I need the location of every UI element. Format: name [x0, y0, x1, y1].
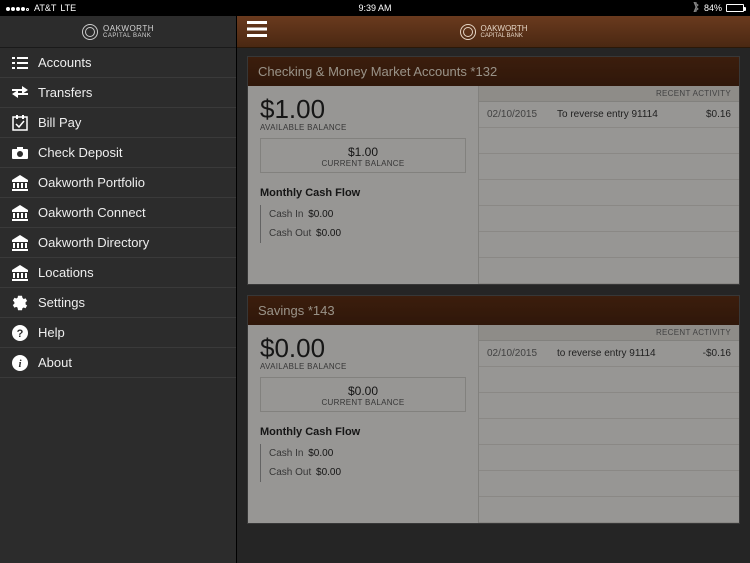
- bluetooth-icon: [692, 2, 700, 14]
- sidebar-item-label: Locations: [38, 265, 94, 280]
- activity-row-empty: [479, 471, 739, 497]
- available-balance-label: AVAILABLE BALANCE: [260, 123, 466, 132]
- battery-pct-label: 84%: [704, 3, 722, 13]
- cashflow-title: Monthly Cash Flow: [260, 426, 466, 438]
- sidebar-item-label: Accounts: [38, 55, 91, 70]
- bank-icon: [12, 175, 28, 191]
- cash-out-row: Cash Out $0.00: [260, 224, 466, 243]
- cash-in-row: Cash In $0.00: [260, 205, 466, 224]
- activity-date: 02/10/2015: [487, 348, 557, 359]
- current-balance-value: $0.00: [261, 384, 465, 398]
- available-balance-label: AVAILABLE BALANCE: [260, 362, 466, 371]
- list-icon: [12, 55, 28, 71]
- current-balance-box: $1.00 CURRENT BALANCE: [260, 138, 466, 173]
- account-title[interactable]: Checking & Money Market Accounts *132: [248, 57, 739, 86]
- activity-row[interactable]: 02/10/2015 to reverse entry 91114 -$0.16: [479, 341, 739, 367]
- recent-activity-header: RECENT ACTIVITY: [479, 86, 739, 102]
- activity-row-empty: [479, 393, 739, 419]
- brand-line2: CAPITAL BANK: [103, 33, 154, 39]
- carrier-label: AT&T: [34, 3, 56, 13]
- status-bar: AT&T LTE 9:39 AM 84%: [0, 0, 750, 16]
- account-title[interactable]: Savings *143: [248, 296, 739, 325]
- signal-dots-icon: [6, 3, 30, 13]
- activity-row-empty: [479, 128, 739, 154]
- activity-row[interactable]: 02/10/2015 To reverse entry 91114 $0.16: [479, 102, 739, 128]
- account-card: Checking & Money Market Accounts *132 $1…: [247, 56, 740, 285]
- help-icon: [12, 325, 28, 341]
- activity-row-empty: [479, 497, 739, 523]
- activity-row-empty: [479, 206, 739, 232]
- sidebar-item-help[interactable]: Help: [0, 318, 236, 348]
- cash-out-value: $0.00: [316, 228, 341, 239]
- current-balance-box: $0.00 CURRENT BALANCE: [260, 377, 466, 412]
- account-card: Savings *143 $0.00 AVAILABLE BALANCE $0.…: [247, 295, 740, 524]
- activity-row-empty: [479, 445, 739, 471]
- sidebar-item-transfers[interactable]: Transfers: [0, 78, 236, 108]
- sidebar-item-label: Help: [38, 325, 65, 340]
- activity-date: 02/10/2015: [487, 109, 557, 120]
- available-balance-value: $0.00: [260, 333, 466, 364]
- logo-icon: [82, 24, 98, 40]
- cash-out-row: Cash Out $0.00: [260, 463, 466, 482]
- sidebar-item-label: Transfers: [38, 85, 92, 100]
- sidebar-item-settings[interactable]: Settings: [0, 288, 236, 318]
- recent-activity-panel: RECENT ACTIVITY 02/10/2015 to reverse en…: [478, 325, 739, 523]
- activity-desc: To reverse entry 91114: [557, 109, 671, 120]
- info-icon: [12, 355, 28, 371]
- cashflow-title: Monthly Cash Flow: [260, 187, 466, 199]
- available-balance-value: $1.00: [260, 94, 466, 125]
- gear-icon: [12, 295, 28, 311]
- cash-in-value: $0.00: [308, 209, 333, 220]
- sidebar-item-portfolio[interactable]: Oakworth Portfolio: [0, 168, 236, 198]
- sidebar-item-label: About: [38, 355, 72, 370]
- bank-icon: [12, 205, 28, 221]
- sidebar-item-directory[interactable]: Oakworth Directory: [0, 228, 236, 258]
- network-label: LTE: [60, 3, 76, 13]
- sidebar-item-label: Oakworth Portfolio: [38, 175, 145, 190]
- sidebar-item-accounts[interactable]: Accounts: [0, 48, 236, 78]
- sidebar-item-label: Oakworth Directory: [38, 235, 149, 250]
- transfer-icon: [12, 85, 28, 101]
- camera-icon: [12, 145, 28, 161]
- topbar-logo: OAKWORTH CAPITAL BANK: [460, 24, 528, 40]
- battery-icon: [726, 4, 744, 12]
- bank-icon: [12, 265, 28, 281]
- activity-amount: $0.16: [671, 109, 731, 120]
- cash-in-value: $0.00: [308, 448, 333, 459]
- recent-activity-header: RECENT ACTIVITY: [479, 325, 739, 341]
- activity-row-empty: [479, 419, 739, 445]
- sidebar-item-locations[interactable]: Locations: [0, 258, 236, 288]
- logo-icon: [460, 24, 476, 40]
- calendar-icon: [12, 115, 28, 131]
- sidebar-item-label: Settings: [38, 295, 85, 310]
- sidebar-item-label: Check Deposit: [38, 145, 123, 160]
- activity-row-empty: [479, 232, 739, 258]
- clock-label: 9:39 AM: [358, 3, 391, 13]
- recent-activity-panel: RECENT ACTIVITY 02/10/2015 To reverse en…: [478, 86, 739, 284]
- sidebar-item-label: Bill Pay: [38, 115, 81, 130]
- bank-icon: [12, 235, 28, 251]
- sidebar-item-label: Oakworth Connect: [38, 205, 146, 220]
- brand-line1: OAKWORTH: [103, 25, 154, 33]
- topbar: OAKWORTH CAPITAL BANK: [237, 16, 750, 48]
- current-balance-label: CURRENT BALANCE: [261, 159, 465, 168]
- activity-amount: -$0.16: [671, 348, 731, 359]
- sidebar-item-billpay[interactable]: Bill Pay: [0, 108, 236, 138]
- current-balance-label: CURRENT BALANCE: [261, 398, 465, 407]
- sidebar-item-checkdeposit[interactable]: Check Deposit: [0, 138, 236, 168]
- sidebar-item-connect[interactable]: Oakworth Connect: [0, 198, 236, 228]
- activity-row-empty: [479, 154, 739, 180]
- menu-button[interactable]: [247, 20, 267, 43]
- cash-in-row: Cash In $0.00: [260, 444, 466, 463]
- sidebar-logo: OAKWORTH CAPITAL BANK: [0, 16, 236, 48]
- content-area: Checking & Money Market Accounts *132 $1…: [237, 48, 750, 563]
- cash-out-value: $0.00: [316, 467, 341, 478]
- sidebar: OAKWORTH CAPITAL BANK Accounts Transfers…: [0, 0, 237, 563]
- activity-row-empty: [479, 367, 739, 393]
- activity-desc: to reverse entry 91114: [557, 348, 671, 359]
- current-balance-value: $1.00: [261, 145, 465, 159]
- sidebar-item-about[interactable]: About: [0, 348, 236, 378]
- activity-row-empty: [479, 258, 739, 284]
- activity-row-empty: [479, 180, 739, 206]
